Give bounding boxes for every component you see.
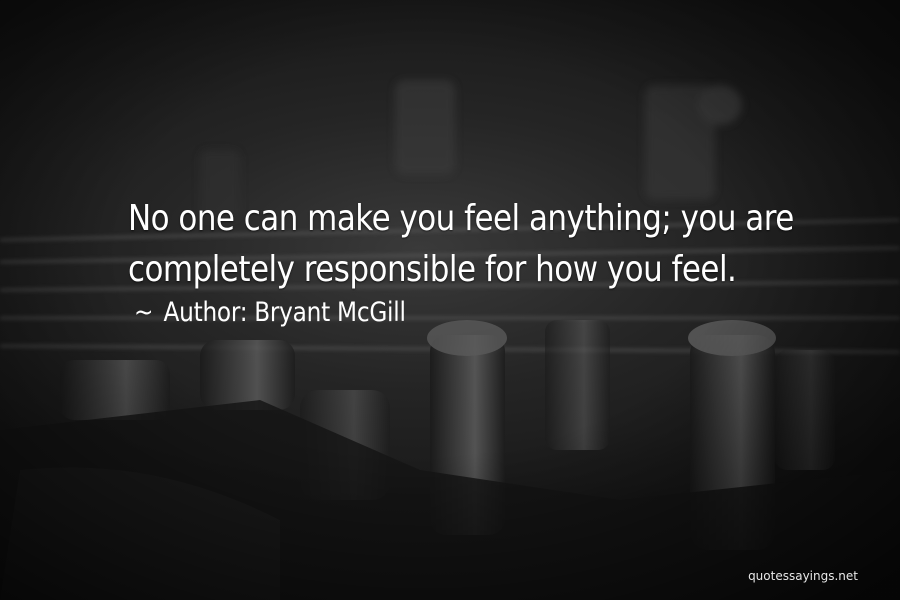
author-label: Author: [163, 297, 248, 328]
quote-line-1: No one can make you feel anything; you a… [128, 198, 794, 239]
site-watermark: quotessayings.net [748, 569, 858, 583]
tilde-symbol: ~ [134, 297, 154, 328]
quote-line-2: completely responsible for how you feel. [128, 249, 737, 290]
author-line: ~ Author: Bryant McGill [134, 293, 753, 333]
quote-text: No one can make you feel anything; you a… [128, 193, 842, 295]
quote-card: No one can make you feel anything; you a… [0, 0, 900, 600]
quote-block: No one can make you feel anything; you a… [128, 193, 848, 335]
author-name-link[interactable]: Bryant McGill [254, 293, 406, 333]
